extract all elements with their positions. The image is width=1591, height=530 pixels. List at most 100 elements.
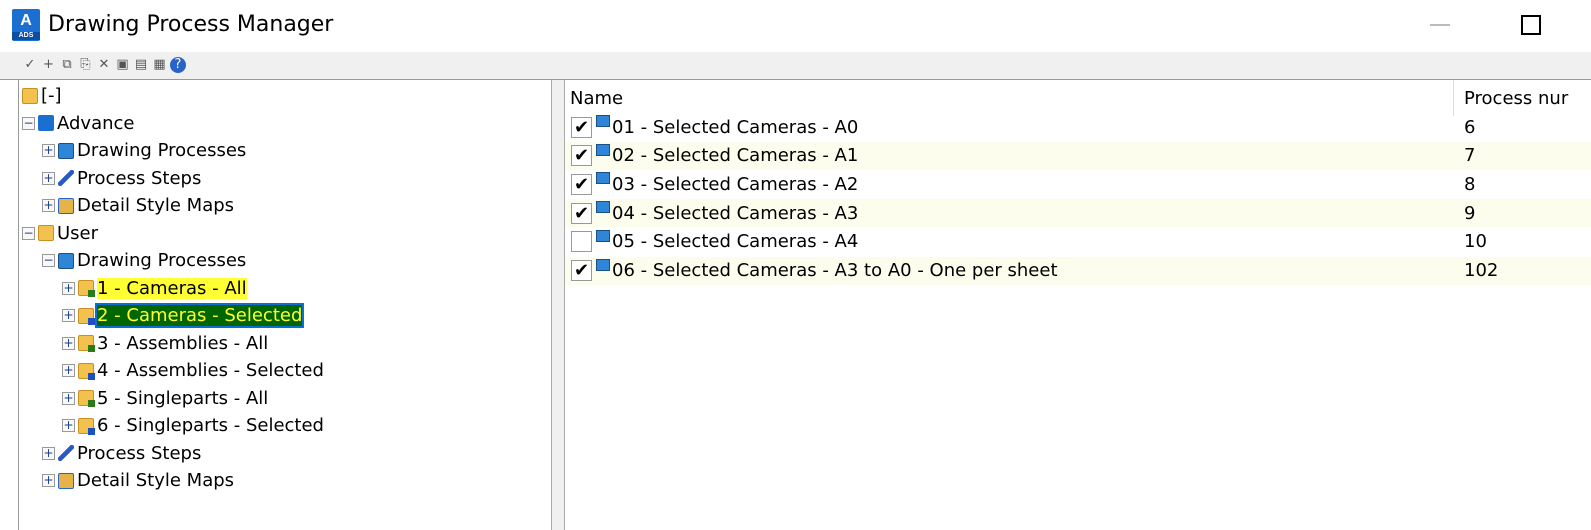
row-checkbox[interactable]: ✔	[571, 145, 592, 167]
list-row[interactable]: 05 - Selected Cameras - A4 10	[565, 228, 1591, 256]
export-icon[interactable]: ▤	[133, 57, 149, 73]
copy-icon[interactable]: ⧉	[59, 57, 75, 73]
tree-node[interactable]: − Advance	[22, 110, 134, 137]
tree-node[interactable]: + Process Steps	[42, 440, 201, 467]
logo-letter: A	[20, 12, 32, 29]
row-checkbox[interactable]: ✔	[571, 116, 592, 138]
tree-node-label: 6 - Singleparts - Selected	[97, 415, 324, 436]
row-name: 03 - Selected Cameras - A2	[612, 173, 859, 195]
folder-icon	[38, 225, 54, 241]
help-icon[interactable]: ?	[170, 57, 186, 73]
map-icon	[58, 197, 74, 214]
minimize-button[interactable]	[1430, 24, 1450, 26]
row-name: 05 - Selected Cameras - A4	[612, 231, 859, 253]
row-name: 06 - Selected Cameras - A3 to A0 - One p…	[612, 260, 1058, 281]
tree-node-label: 2 - Cameras - Selected	[94, 303, 305, 328]
expand-icon[interactable]: +	[62, 336, 75, 350]
column-divider[interactable]	[1453, 80, 1454, 116]
map-icon	[58, 472, 74, 489]
row-name: 02 - Selected Cameras - A1	[612, 145, 859, 167]
row-process-number: 102	[1464, 260, 1499, 281]
tree-node[interactable]: + Detail Style Maps	[42, 192, 234, 219]
expand-icon[interactable]: +	[62, 391, 75, 405]
row-checkbox[interactable]: ✔	[571, 260, 592, 281]
proc-icon	[78, 417, 95, 435]
drawing-process-icon	[596, 143, 610, 156]
drawing-process-icon	[596, 201, 610, 214]
new-document-icon[interactable]: +	[41, 57, 57, 73]
logo-sub: ADS	[12, 32, 40, 40]
list-row[interactable]: ✔ 02 - Selected Cameras - A1 7	[565, 141, 1591, 170]
tree-node[interactable]: +4 - Assemblies - Selected	[62, 357, 324, 384]
tree-node[interactable]: + Detail Style Maps	[42, 467, 234, 494]
proc-icon	[78, 335, 95, 352]
row-process-number: 10	[1464, 231, 1487, 253]
tree-node-label: Drawing Processes	[77, 250, 247, 271]
expand-icon[interactable]: +	[42, 171, 55, 185]
row-process-number: 7	[1464, 145, 1476, 167]
collapse-icon[interactable]: −	[22, 226, 35, 240]
list-row[interactable]: ✔ 04 - Selected Cameras - A3 9	[565, 199, 1591, 228]
expand-icon[interactable]: +	[62, 419, 75, 432]
paste-icon[interactable]: ⎘	[78, 57, 94, 73]
tree-node[interactable]: − Drawing Processes	[42, 247, 246, 274]
maximize-button[interactable]	[1521, 15, 1541, 35]
app-logo-icon: A ADS	[12, 9, 40, 41]
expand-icon[interactable]: +	[62, 364, 75, 377]
collapse-icon[interactable]: −	[42, 254, 55, 267]
tree-node-label: Detail Style Maps	[77, 470, 235, 491]
list-row[interactable]: ✔ 01 - Selected Cameras - A0 6	[565, 113, 1591, 141]
list-row[interactable]: ✔ 06 - Selected Cameras - A3 to A0 - One …	[565, 256, 1591, 285]
column-header-name[interactable]: Name	[570, 88, 623, 109]
expand-icon[interactable]: +	[42, 199, 55, 212]
tree-node[interactable]: [-]	[22, 82, 62, 109]
tree-node-label: Advance	[57, 112, 135, 134]
tree-node[interactable]: +2 - Cameras - Selected	[62, 302, 305, 329]
proc-icon	[78, 307, 95, 325]
tree-node[interactable]: +6 - Singleparts - Selected	[62, 412, 324, 439]
drawing-process-icon	[596, 258, 610, 271]
row-checkbox[interactable]: ✔	[571, 202, 592, 224]
drawing-process-icon	[596, 172, 610, 185]
window-title: Drawing Process Manager	[48, 12, 334, 37]
dp-icon	[58, 142, 74, 159]
tree-node-label: [-]	[41, 85, 62, 106]
row-checkbox[interactable]: ✔	[571, 173, 592, 195]
adv-icon	[38, 115, 54, 131]
row-process-number: 8	[1464, 173, 1476, 195]
tree-node[interactable]: − User	[22, 220, 98, 247]
check-document-icon[interactable]: ✓	[22, 57, 38, 73]
expand-icon[interactable]: +	[42, 446, 55, 460]
import-icon[interactable]: ▦	[152, 57, 168, 73]
proc-icon	[78, 280, 95, 297]
tree-node[interactable]: +3 - Assemblies - All	[62, 330, 268, 357]
expand-icon[interactable]: +	[42, 474, 55, 487]
folder-icon	[22, 87, 38, 104]
tree-pane: [-] − Advance + Drawing Processes + Process St…	[18, 80, 551, 530]
tree-node[interactable]: +1 - Cameras - All	[62, 275, 247, 302]
tree-node[interactable]: +5 - Singleparts - All	[62, 385, 268, 412]
tree-node-label: 1 - Cameras - All	[97, 277, 247, 299]
expand-icon[interactable]: +	[62, 309, 75, 322]
dp-icon	[58, 252, 74, 269]
toolbar: ✓ + ⧉ ⎘ ✕ ▣ ▤ ▦?	[0, 52, 1591, 80]
expand-icon[interactable]: +	[62, 281, 75, 295]
flag-icon	[58, 170, 74, 186]
row-process-number: 6	[1464, 116, 1476, 138]
row-process-number: 9	[1464, 202, 1476, 224]
delete-icon[interactable]: ✕	[96, 57, 112, 73]
collapse-icon[interactable]: −	[22, 116, 35, 130]
tree-node-label: User	[57, 222, 99, 244]
tree-node-label: Drawing Processes	[77, 140, 247, 161]
pane-splitter[interactable]	[551, 80, 565, 530]
tree-node-label: 3 - Assemblies - All	[97, 332, 269, 354]
list-row[interactable]: ✔ 03 - Selected Cameras - A2 8	[565, 170, 1591, 198]
tree-node[interactable]: + Process Steps	[42, 165, 201, 192]
row-checkbox[interactable]	[571, 231, 592, 253]
column-header-process-number[interactable]: Process nur	[1464, 88, 1568, 109]
expand-icon[interactable]: +	[42, 144, 55, 157]
drawing-process-icon	[596, 229, 610, 242]
tree-node[interactable]: + Drawing Processes	[42, 137, 246, 164]
row-name: 01 - Selected Cameras - A0	[612, 116, 859, 138]
monitor-icon[interactable]: ▣	[115, 57, 131, 73]
